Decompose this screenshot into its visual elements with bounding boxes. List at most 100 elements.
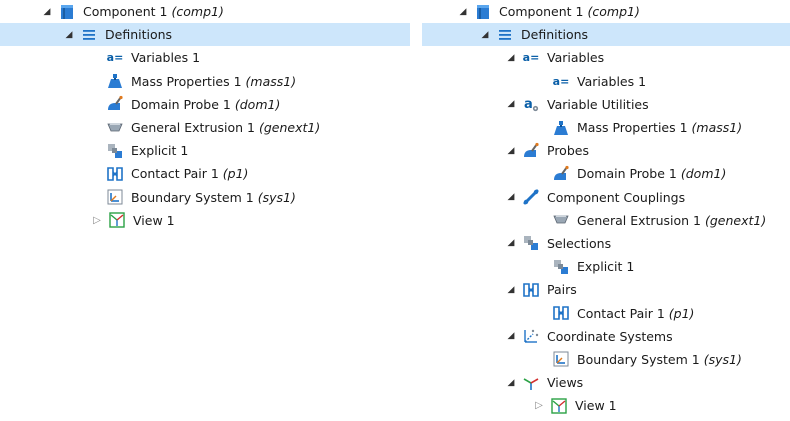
tree-node-group[interactable]: ◢ Coordinate Systems [422,325,790,348]
tree-node-tag: (genext1) [704,212,767,228]
tree-node-label: Variables [547,50,605,66]
tree-node-label: View 1 [133,212,175,228]
tree-node-item[interactable]: Domain Probe 1 (dom1) [422,162,790,185]
expand-arrow-icon[interactable]: ◢ [504,283,518,297]
tree-node-item[interactable]: a= Variables 1 [0,46,410,69]
expand-arrow-icon[interactable]: ◢ [62,28,76,42]
left-tree: ◢ Component 1 (comp1) ◢ Definitions a= V… [0,0,410,232]
tree-node-tag: (mass1) [245,73,297,89]
tree-node-item[interactable]: ▷ View 1 [422,394,790,417]
tree-node-label: Definitions [105,27,173,43]
expand-arrow-icon[interactable]: ◢ [504,329,518,343]
tree-node-label: General Extrusion 1 [131,120,255,136]
coordinate-system-icon [106,188,124,206]
probe-icon [522,142,540,160]
tree-node-label: Probes [547,143,589,159]
component-icon [58,3,76,21]
mass-properties-icon [552,119,570,137]
tree-node-item[interactable]: Contact Pair 1 (p1) [422,301,790,324]
tree-node-group[interactable]: ◢ a Variable Utilities [422,93,790,116]
component-couplings-icon [522,188,540,206]
tree-node-item[interactable]: General Extrusion 1 (genext1) [0,116,410,139]
svg-text:a: a [524,97,533,112]
tree-node-label: Boundary System 1 [131,189,254,205]
tree-node-tag: (dom1) [234,96,281,112]
tree-node-item[interactable]: General Extrusion 1 (genext1) [422,209,790,232]
variables-icon: a= [106,51,124,65]
selection-icon [522,234,540,252]
expand-arrow-icon[interactable]: ◢ [504,51,518,65]
tree-node-component[interactable]: ◢ Component 1 (comp1) [422,0,790,23]
collapse-arrow-icon[interactable]: ▷ [532,399,546,413]
tree-node-tag: (sys1) [257,189,296,205]
tree-node-label: Explicit 1 [131,143,189,159]
definitions-icon [80,26,98,44]
tree-node-tag: (p1) [668,305,695,321]
view-icon [108,211,126,229]
tree-node-label: Mass Properties 1 [577,120,688,136]
tree-node-group[interactable]: ◢ Pairs [422,278,790,301]
tree-node-group[interactable]: ◢ Selections [422,232,790,255]
expand-arrow-icon[interactable]: ◢ [40,5,54,19]
tree-node-group[interactable]: ◢ Views [422,371,790,394]
selection-icon [552,258,570,276]
extrusion-icon [552,211,570,229]
selection-icon [106,142,124,160]
expand-arrow-icon[interactable]: ◢ [504,236,518,250]
tree-node-tag: (comp1) [587,4,640,20]
expand-arrow-icon[interactable]: ◢ [456,5,470,19]
tree-node-item[interactable]: Boundary System 1 (sys1) [0,186,410,209]
tree-node-label: Domain Probe 1 [131,96,231,112]
variables-icon: a= [552,74,570,88]
component-icon [474,3,492,21]
tree-node-label: Definitions [521,27,589,43]
variable-utilities-icon: a [522,95,540,113]
tree-node-item[interactable]: ▷ View 1 [0,209,410,232]
tree-node-definitions[interactable]: ◢ Definitions [422,23,790,47]
tree-node-group[interactable]: ◢ Probes [422,139,790,162]
tree-node-label: Boundary System 1 [577,351,700,367]
probe-icon [552,165,570,183]
tree-node-item[interactable]: Domain Probe 1 (dom1) [0,93,410,116]
tree-node-label: Variable Utilities [547,96,649,112]
tree-node-item[interactable]: Explicit 1 [0,139,410,162]
probe-icon [106,95,124,113]
tree-node-label: Domain Probe 1 [577,166,677,182]
collapse-arrow-icon[interactable]: ▷ [90,213,104,227]
tree-node-group[interactable]: ◢ Component Couplings [422,186,790,209]
definitions-icon [496,26,514,44]
tree-node-item[interactable]: a= Variables 1 [422,70,790,93]
tree-node-label: Contact Pair 1 [131,166,219,182]
tree-node-item[interactable]: Mass Properties 1 (mass1) [422,116,790,139]
tree-node-item[interactable]: Explicit 1 [422,255,790,278]
extrusion-icon [106,119,124,137]
tree-node-label: Component 1 [499,4,584,20]
pair-icon [106,165,124,183]
expand-arrow-icon[interactable]: ◢ [478,28,492,42]
tree-node-label: Pairs [547,282,577,298]
views-icon [522,374,540,392]
coordinate-systems-icon [522,327,540,345]
tree-node-label: General Extrusion 1 [577,212,701,228]
right-tree: ◢ Component 1 (comp1) ◢ Definitions ◢ a=… [422,0,790,417]
tree-node-label: Variables 1 [577,73,647,89]
tree-node-component[interactable]: ◢ Component 1 (comp1) [0,0,410,23]
expand-arrow-icon[interactable]: ◢ [504,97,518,111]
expand-arrow-icon[interactable]: ◢ [504,190,518,204]
expand-arrow-icon[interactable]: ◢ [504,144,518,158]
tree-node-label: Contact Pair 1 [577,305,665,321]
tree-node-item[interactable]: Contact Pair 1 (p1) [0,162,410,185]
tree-node-group[interactable]: ◢ a= Variables [422,46,790,69]
tree-node-definitions[interactable]: ◢ Definitions [0,23,410,47]
tree-node-tag: (p1) [222,166,249,182]
tree-node-item[interactable]: Boundary System 1 (sys1) [422,348,790,371]
tree-node-label: Component Couplings [547,189,686,205]
tree-node-label: Explicit 1 [577,259,635,275]
tree-node-item[interactable]: Mass Properties 1 (mass1) [0,70,410,93]
coordinate-system-icon [552,350,570,368]
view-icon [550,397,568,415]
tree-node-tag: (dom1) [680,166,727,182]
expand-arrow-icon[interactable]: ◢ [504,376,518,390]
tree-node-label: Views [547,375,584,391]
pair-icon [522,281,540,299]
